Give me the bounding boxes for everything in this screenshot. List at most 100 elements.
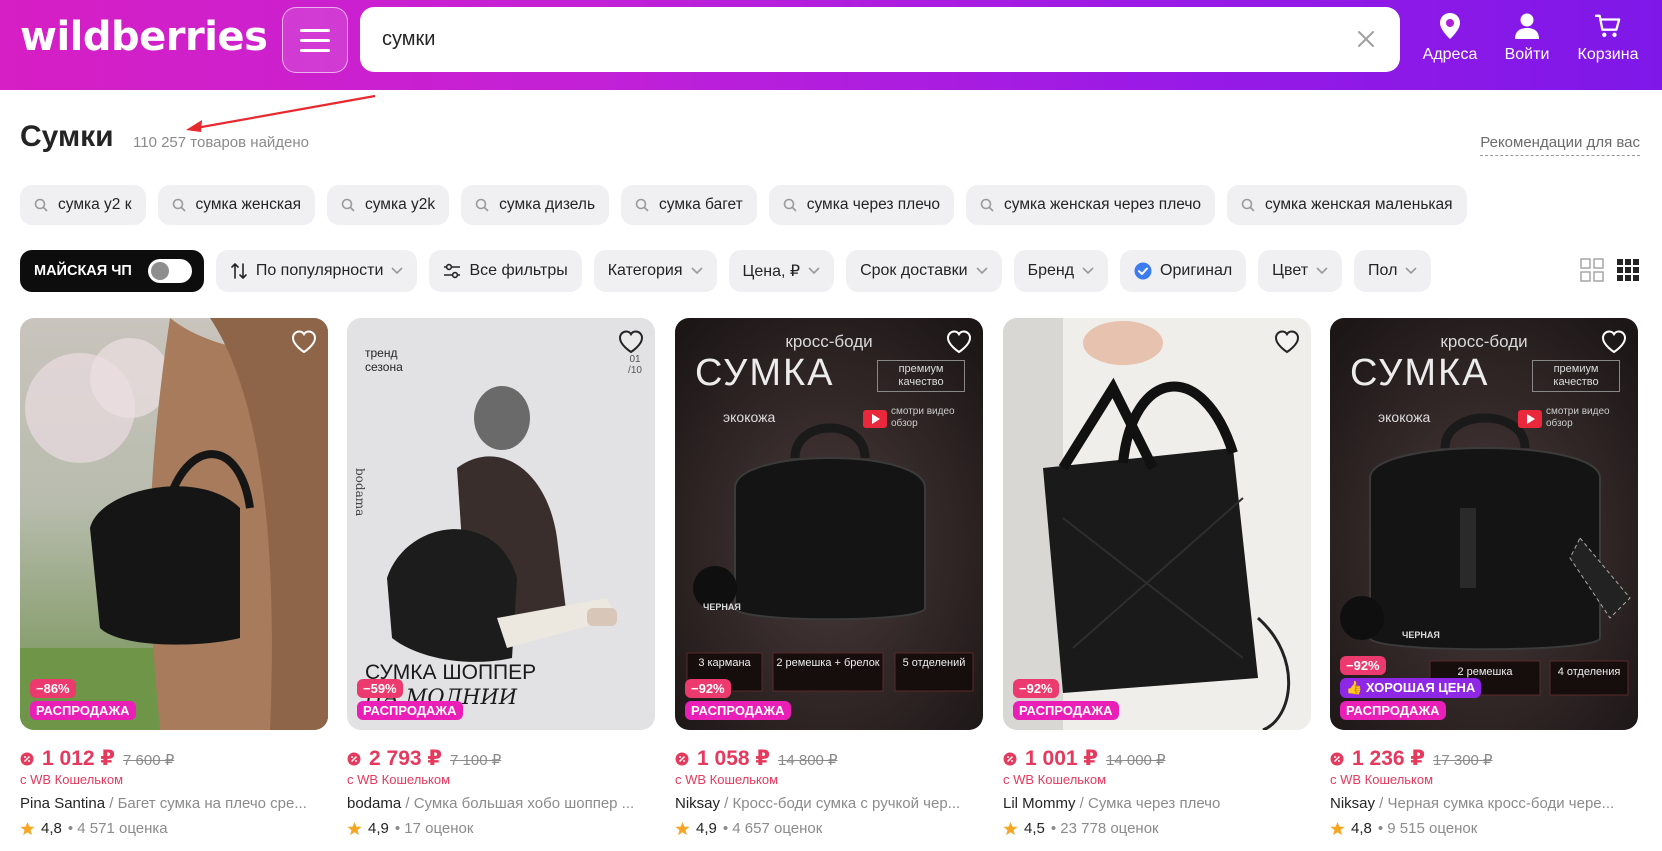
suggestion-chip[interactable]: сумка дизель bbox=[461, 185, 610, 225]
login-button[interactable]: Войти bbox=[1491, 12, 1563, 72]
suggestion-chip[interactable]: сумка y2k bbox=[326, 185, 450, 225]
photo-trend-line1: тренд bbox=[365, 346, 398, 360]
product-card[interactable]: кросс-боди СУМКА премиум качество экокож… bbox=[1330, 318, 1638, 837]
promo-toggle[interactable]: МАЙСКАЯ ЧП bbox=[20, 250, 204, 292]
product-card[interactable]: кросс-боди СУМКА премиум качество экокож… bbox=[675, 318, 983, 837]
photo-color-text: ЧЕРНАЯ bbox=[703, 602, 741, 612]
suggestion-chip[interactable]: сумка женская bbox=[157, 185, 315, 225]
search-input[interactable] bbox=[382, 7, 1302, 72]
page-title: Сумки bbox=[20, 120, 114, 153]
reviews-count: • 9 515 оценок bbox=[1377, 820, 1478, 837]
cart-button[interactable]: Корзина bbox=[1572, 12, 1644, 72]
price-filter[interactable]: Цена, ₽ bbox=[728, 250, 835, 292]
product-card[interactable]: тренд сезона 01 /10 bodama СУМКА ШОППЕР … bbox=[347, 318, 655, 837]
wallet-discount-icon bbox=[1003, 752, 1017, 765]
grid-small-view-icon[interactable] bbox=[1616, 258, 1640, 282]
product-image[interactable]: кросс-боди СУМКА премиум качество экокож… bbox=[675, 318, 983, 730]
product-name[interactable]: Pina Santina / Багет сумка на плечо сре.… bbox=[20, 795, 328, 812]
discount-badge: −92% bbox=[1013, 679, 1059, 698]
price-label: Цена, ₽ bbox=[742, 263, 801, 280]
suggestion-chip[interactable]: сумка через плечо bbox=[768, 185, 955, 225]
chevron-down-icon bbox=[1405, 267, 1417, 275]
sort-label: По популярности bbox=[255, 262, 384, 279]
product-price: 2 793 ₽ bbox=[369, 747, 442, 770]
favorite-heart-icon[interactable] bbox=[617, 328, 645, 356]
original-label: Оригинал bbox=[1160, 262, 1233, 279]
product-image[interactable]: −92% РАСПРОДАЖА bbox=[1003, 318, 1311, 730]
chevron-down-icon bbox=[391, 267, 404, 275]
category-label: Категория bbox=[607, 262, 683, 279]
product-image[interactable]: кросс-боди СУМКА премиум качество экокож… bbox=[1330, 318, 1638, 730]
category-filter[interactable]: Категория bbox=[593, 250, 717, 292]
original-filter[interactable]: Оригинал bbox=[1120, 250, 1247, 292]
product-name[interactable]: Niksay / Кросс-боди сумка с ручкой чер..… bbox=[675, 795, 983, 812]
results-count: 110 257 товаров найдено bbox=[133, 134, 310, 151]
product-card[interactable]: −92% РАСПРОДАЖА 1 001 ₽ 14 000 ₽ с WB Ко… bbox=[1003, 318, 1311, 837]
product-name[interactable]: Niksay / Черная сумка кросс-боди чере... bbox=[1330, 795, 1638, 812]
wallet-discount-icon bbox=[675, 752, 689, 765]
photo-big-text: СУМКА bbox=[695, 352, 835, 394]
product-image[interactable]: тренд сезона 01 /10 bodama СУМКА ШОППЕР … bbox=[347, 318, 655, 730]
suggestion-chip[interactable]: сумка женская маленькая bbox=[1227, 185, 1467, 225]
reviews-count: • 4 657 оценок bbox=[722, 820, 823, 837]
suggestion-label: сумка y2k bbox=[364, 196, 436, 213]
menu-button[interactable] bbox=[282, 7, 348, 73]
price-row: 1 058 ₽ 14 800 ₽ bbox=[675, 746, 983, 771]
delivery-filter[interactable]: Срок доставки bbox=[846, 250, 1002, 292]
all-filters-button[interactable]: Все фильтры bbox=[429, 250, 582, 292]
brand-filter[interactable]: Бренд bbox=[1013, 250, 1109, 292]
search-suggestions: сумка y2 к сумка женская сумка y2k сумка… bbox=[20, 185, 1467, 225]
search-box bbox=[360, 7, 1400, 72]
favorite-heart-icon[interactable] bbox=[1600, 328, 1628, 356]
price-row: 1 001 ₽ 14 000 ₽ bbox=[1003, 746, 1311, 771]
filter-sliders-icon bbox=[444, 263, 461, 279]
favorite-heart-icon[interactable] bbox=[945, 328, 973, 356]
favorite-heart-icon[interactable] bbox=[1273, 328, 1301, 356]
product-name[interactable]: Lil Mommy / Сумка через плечо bbox=[1003, 795, 1311, 812]
product-photo-woman-bag bbox=[20, 318, 328, 730]
user-icon bbox=[1515, 13, 1539, 39]
filter-bar: МАЙСКАЯ ЧП По популярности Все фильтры К… bbox=[20, 250, 1432, 292]
product-rating: 4,8 • 4 571 оценка bbox=[20, 820, 328, 837]
color-filter[interactable]: Цвет bbox=[1258, 250, 1343, 292]
photo-top-text: кросс-боди bbox=[785, 332, 873, 351]
toggle-switch[interactable] bbox=[147, 259, 192, 283]
wildberries-logo[interactable]: wildberries bbox=[20, 12, 268, 62]
old-price: 7 600 ₽ bbox=[123, 752, 175, 769]
photo-trend-text: тренд сезона bbox=[365, 346, 403, 374]
product-card[interactable]: −86% РАСПРОДАЖА 1 012 ₽ 7 600 ₽ с WB Кош… bbox=[20, 318, 328, 837]
photo-feature-3: 5 отделений bbox=[902, 657, 966, 669]
product-title: / Сумка через плечо bbox=[1075, 795, 1221, 812]
rating-value: 4,8 bbox=[41, 820, 62, 837]
sort-dropdown[interactable]: По популярности bbox=[215, 250, 418, 292]
favorite-heart-icon[interactable] bbox=[290, 328, 318, 356]
photo-color-text: ЧЕРНАЯ bbox=[1402, 630, 1440, 640]
grid-large-view-icon[interactable] bbox=[1580, 258, 1604, 282]
product-brand: Lil Mommy bbox=[1003, 795, 1076, 812]
photo-top-text: кросс-боди bbox=[1440, 332, 1528, 351]
product-title: / Багет сумка на плечо сре... bbox=[105, 795, 307, 812]
chevron-down-icon bbox=[976, 267, 988, 275]
product-image[interactable]: −86% РАСПРОДАЖА bbox=[20, 318, 328, 730]
sale-badge: РАСПРОДАЖА bbox=[1340, 701, 1446, 720]
suggestion-chip[interactable]: сумка y2 к bbox=[20, 185, 146, 225]
clear-search-icon[interactable] bbox=[1354, 27, 1378, 51]
photo-feature-1: 3 кармана bbox=[698, 657, 751, 669]
search-icon bbox=[341, 198, 355, 212]
product-name[interactable]: bodama / Сумка большая хобо шоппер ... bbox=[347, 795, 655, 812]
gender-filter[interactable]: Пол bbox=[1354, 250, 1432, 292]
addresses-button[interactable]: Адреса bbox=[1414, 12, 1486, 72]
star-icon bbox=[347, 821, 362, 836]
badges: −59% РАСПРОДАЖА bbox=[357, 679, 463, 720]
product-title: / Кросс-боди сумка с ручкой чер... bbox=[720, 795, 961, 812]
discount-badge: −59% bbox=[357, 679, 403, 698]
recommendations-sort-link[interactable]: Рекомендации для вас bbox=[1480, 134, 1640, 156]
photo-leather-text: экокожа bbox=[1378, 409, 1431, 425]
suggestion-chip[interactable]: сумка женская через плечо bbox=[966, 185, 1216, 225]
suggestion-chip[interactable]: сумка багет bbox=[621, 185, 757, 225]
rating-value: 4,9 bbox=[368, 820, 389, 837]
old-price: 17 300 ₽ bbox=[1433, 752, 1493, 769]
product-rating: 4,9 • 17 оценок bbox=[347, 820, 655, 837]
menu-bar bbox=[300, 48, 330, 52]
annotation-arrow-icon bbox=[186, 94, 376, 132]
